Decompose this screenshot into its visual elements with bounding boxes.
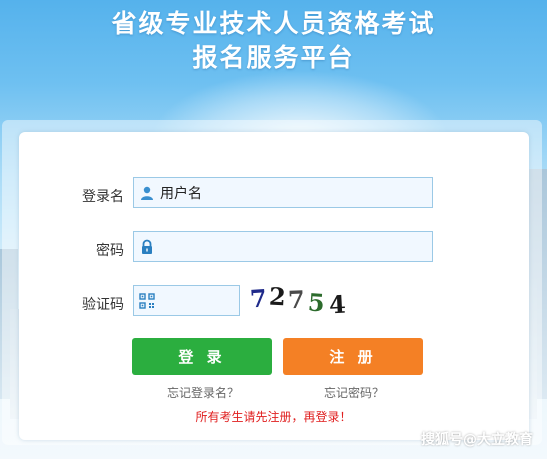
captcha-field[interactable] [133, 285, 240, 316]
forgot-username-link[interactable]: 忘记登录名？ [167, 384, 239, 401]
username-field[interactable]: 用户名 [133, 177, 433, 208]
user-icon [134, 185, 160, 201]
lock-icon [134, 239, 160, 255]
captcha-char: 2 [268, 281, 287, 311]
register-button[interactable]: 注 册 [283, 338, 423, 375]
username-value: 用户名 [160, 185, 202, 202]
password-field[interactable] [133, 231, 433, 262]
captcha-char: 7 [287, 284, 305, 314]
password-label: 密码 [96, 243, 124, 259]
username-label: 登录名 [82, 189, 124, 205]
captcha-image[interactable]: 7 2 7 5 4 [242, 281, 354, 319]
captcha-char: 7 [249, 282, 268, 314]
captcha-label: 验证码 [82, 297, 124, 313]
qr-code-icon [134, 292, 160, 309]
captcha-char: 4 [328, 289, 347, 319]
forgot-password-link[interactable]: 忘记密码？ [324, 384, 384, 401]
registration-notice: 所有考生请先注册，再登录！ [195, 410, 352, 424]
captcha-char: 5 [307, 286, 327, 318]
watermark: 搜狐号@大立教育 [421, 432, 533, 448]
login-button[interactable]: 登 录 [132, 338, 272, 375]
page-title-line2: 报名服务平台 [192, 43, 355, 72]
page-title-line1: 省级专业技术人员资格考试 [111, 9, 436, 38]
